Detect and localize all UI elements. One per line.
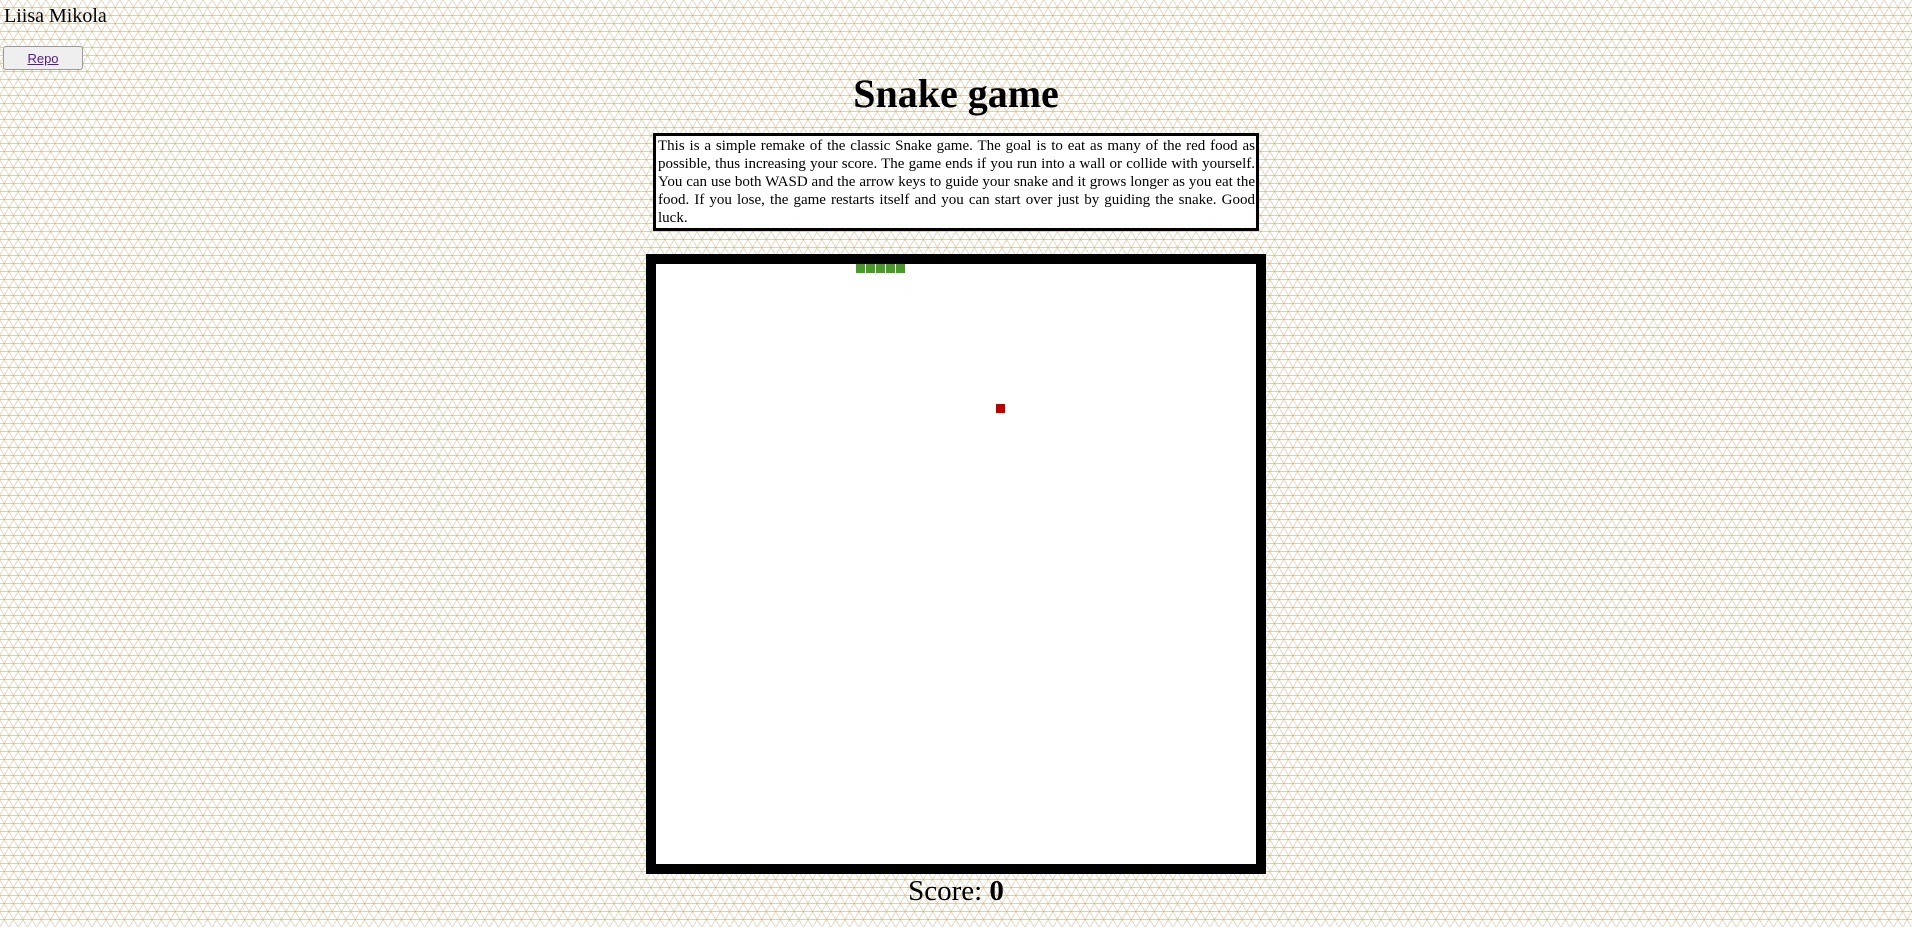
snake-segment [876,264,885,273]
snake-segment [886,264,895,273]
snake-segment [896,264,905,273]
score-value: 0 [989,875,1004,907]
snake-segment [866,264,875,273]
score-display: Score: 0 [0,872,1912,910]
game-description: This is a simple remake of the classic S… [653,133,1259,231]
game-canvas[interactable] [656,264,1256,864]
author-name: Liisa Mikola [4,5,107,27]
food-item [996,404,1005,413]
page-title: Snake game [853,71,1059,116]
score-label: Score: [908,875,983,907]
snake-segment [856,264,865,273]
game-board[interactable] [646,254,1266,874]
repo-button[interactable]: Repo [3,46,83,70]
